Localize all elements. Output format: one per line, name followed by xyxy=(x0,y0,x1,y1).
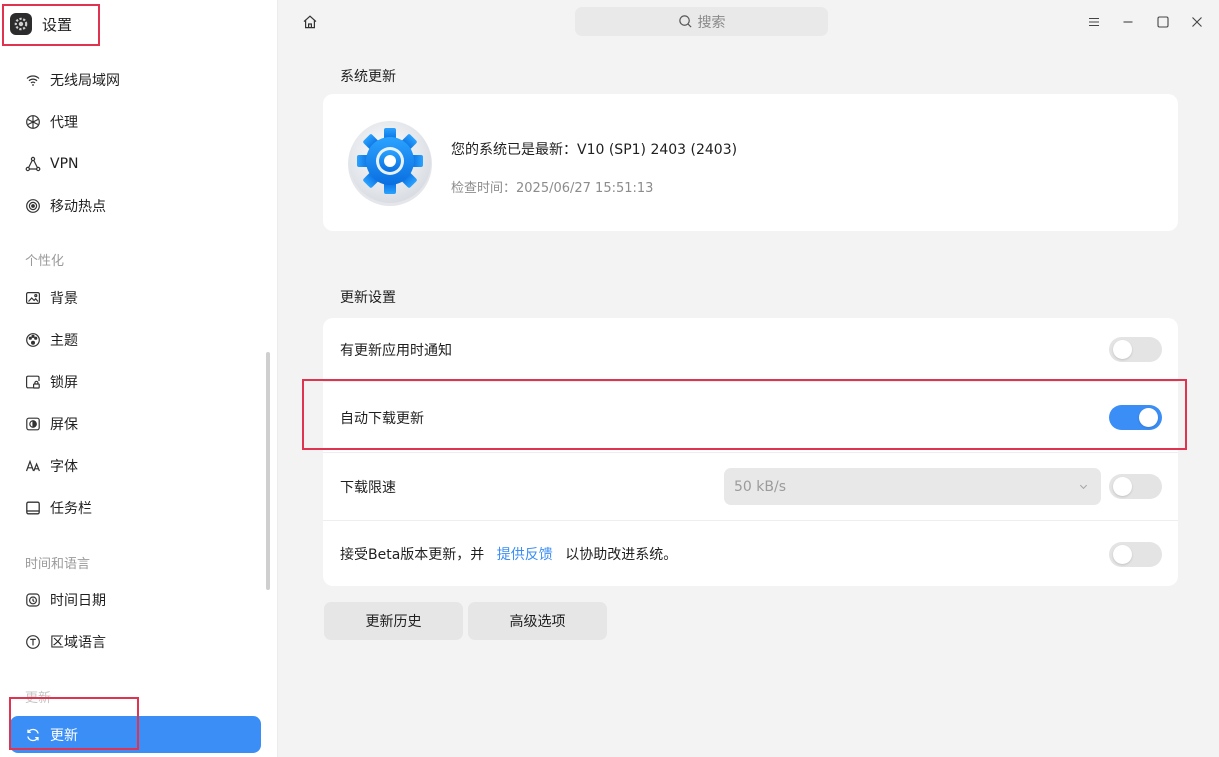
sidebar-item-label: 移动热点 xyxy=(50,199,106,215)
sidebar-item-wallpaper[interactable]: 背景 xyxy=(10,280,261,316)
toggle-knob xyxy=(1113,340,1132,359)
feedback-link[interactable]: 提供反馈 xyxy=(497,547,553,563)
speed-limit-select[interactable]: 50 kB/s xyxy=(724,468,1101,505)
sidebar-item-font[interactable]: 字体 xyxy=(10,448,261,484)
sidebar-item-label: VPN xyxy=(50,156,79,172)
sidebar-item-label: 代理 xyxy=(50,115,78,131)
sidebar-item-label: 任务栏 xyxy=(50,501,92,517)
font-icon xyxy=(25,458,41,474)
maximize-button[interactable] xyxy=(1152,11,1174,33)
row-divider xyxy=(323,452,1178,453)
toggle-knob xyxy=(1113,477,1132,496)
system-update-gear-icon xyxy=(345,118,435,208)
sidebar-item-datetime[interactable]: 时间日期 xyxy=(10,582,261,618)
screensaver-icon xyxy=(25,416,41,432)
notify-label: 有更新应用时通知 xyxy=(340,343,452,359)
app-title-label: 设置 xyxy=(42,15,73,34)
minimize-icon xyxy=(1123,21,1133,23)
last-check-time: 检查时间：2025/06/27 15:51:13 xyxy=(451,181,654,196)
beta-row: 接受Beta版本更新，并 提供反馈 以协助改进系统。 xyxy=(323,523,1178,585)
sidebar-item-taskbar[interactable]: 任务栏 xyxy=(10,490,261,526)
system-update-card xyxy=(323,94,1178,231)
sidebar-item-screensaver[interactable]: 屏保 xyxy=(10,406,261,442)
proxy-icon xyxy=(25,114,41,130)
beta-toggle[interactable] xyxy=(1109,542,1162,567)
clock-icon xyxy=(25,592,41,608)
row-divider xyxy=(323,381,1178,382)
chevron-down-icon xyxy=(1079,484,1088,490)
vpn-icon xyxy=(25,156,41,172)
lockscreen-icon xyxy=(25,374,41,390)
auto-download-label: 自动下载更新 xyxy=(340,411,424,427)
sidebar-item-label: 锁屏 xyxy=(50,375,78,391)
speed-limit-toggle[interactable] xyxy=(1109,474,1162,499)
update-history-button[interactable]: 更新历史 xyxy=(324,602,463,640)
update-status-text: 您的系统已是最新：V10 (SP1) 2403 (2403) xyxy=(451,142,738,158)
close-icon xyxy=(1192,17,1202,27)
settings-app-icon xyxy=(10,13,32,35)
sidebar-item-label: 字体 xyxy=(50,459,78,475)
speed-limit-value: 50 kB/s xyxy=(734,478,786,495)
sidebar-item-update[interactable]: 更新 xyxy=(10,716,261,753)
sidebar-scrollbar[interactable] xyxy=(266,352,270,590)
sidebar-item-label: 区域语言 xyxy=(50,635,106,651)
wallpaper-icon xyxy=(25,290,41,306)
menu-button[interactable] xyxy=(1083,11,1105,33)
sidebar-item-hotspot[interactable]: 移动热点 xyxy=(10,188,261,224)
sidebar-item-language[interactable]: 区域语言 xyxy=(10,624,261,660)
language-icon xyxy=(25,634,41,650)
system-update-heading: 系统更新 xyxy=(340,69,396,85)
toggle-knob xyxy=(1139,408,1158,427)
speed-limit-label: 下载限速 xyxy=(340,480,396,496)
palette-icon xyxy=(25,332,41,348)
hamburger-menu-icon xyxy=(1089,17,1099,27)
auto-download-row: 自动下载更新 xyxy=(323,387,1178,449)
settings-window: 设置 无线局域网 代理 VPN 移动热点 个性化 背景 主题 锁屏 屏保 字体 … xyxy=(0,0,1219,757)
beta-suffix: 以协助改进系统。 xyxy=(565,547,678,563)
notify-toggle[interactable] xyxy=(1109,337,1162,362)
minimize-button[interactable] xyxy=(1117,11,1139,33)
sidebar-section-personalization: 个性化 xyxy=(25,254,65,269)
sidebar-item-vpn[interactable]: VPN xyxy=(10,146,261,182)
sidebar-section-time: 时间和语言 xyxy=(25,557,91,572)
toggle-knob xyxy=(1113,545,1132,564)
sidebar-item-label: 时间日期 xyxy=(50,593,106,609)
update-settings-heading: 更新设置 xyxy=(340,290,396,306)
beta-label: 接受Beta版本更新，并 提供反馈 以协助改进系统。 xyxy=(340,544,677,564)
maximize-icon xyxy=(1157,16,1169,28)
taskbar-icon xyxy=(25,500,41,516)
sidebar-item-lockscreen[interactable]: 锁屏 xyxy=(10,364,261,400)
sidebar-item-label: 无线局域网 xyxy=(50,73,120,89)
sidebar-item-theme[interactable]: 主题 xyxy=(10,322,261,358)
sidebar-item-wifi[interactable]: 无线局域网 xyxy=(10,62,261,98)
sidebar: 设置 无线局域网 代理 VPN 移动热点 个性化 背景 主题 锁屏 屏保 字体 … xyxy=(0,0,278,757)
sidebar-item-label: 屏保 xyxy=(50,417,78,433)
refresh-icon xyxy=(25,727,41,743)
app-title: 设置 xyxy=(10,10,72,38)
beta-prefix: 接受Beta版本更新，并 xyxy=(340,547,485,563)
wifi-icon xyxy=(25,72,41,88)
auto-download-toggle[interactable] xyxy=(1109,405,1162,430)
home-button[interactable] xyxy=(300,12,320,32)
close-button[interactable] xyxy=(1186,11,1208,33)
search-placeholder: 搜索 xyxy=(697,14,726,31)
hotspot-icon xyxy=(25,198,41,214)
sidebar-item-label: 更新 xyxy=(50,727,78,744)
notify-row: 有更新应用时通知 xyxy=(323,319,1178,381)
sidebar-item-proxy[interactable]: 代理 xyxy=(10,104,261,140)
sidebar-item-label: 背景 xyxy=(50,291,78,307)
row-divider xyxy=(323,520,1178,521)
search-input[interactable]: 搜索 xyxy=(575,7,828,36)
advanced-options-button[interactable]: 高级选项 xyxy=(468,602,607,640)
home-icon xyxy=(303,15,317,29)
search-icon xyxy=(678,15,692,28)
sidebar-item-label: 主题 xyxy=(50,333,78,349)
sidebar-section-update: 更新 xyxy=(25,691,52,706)
